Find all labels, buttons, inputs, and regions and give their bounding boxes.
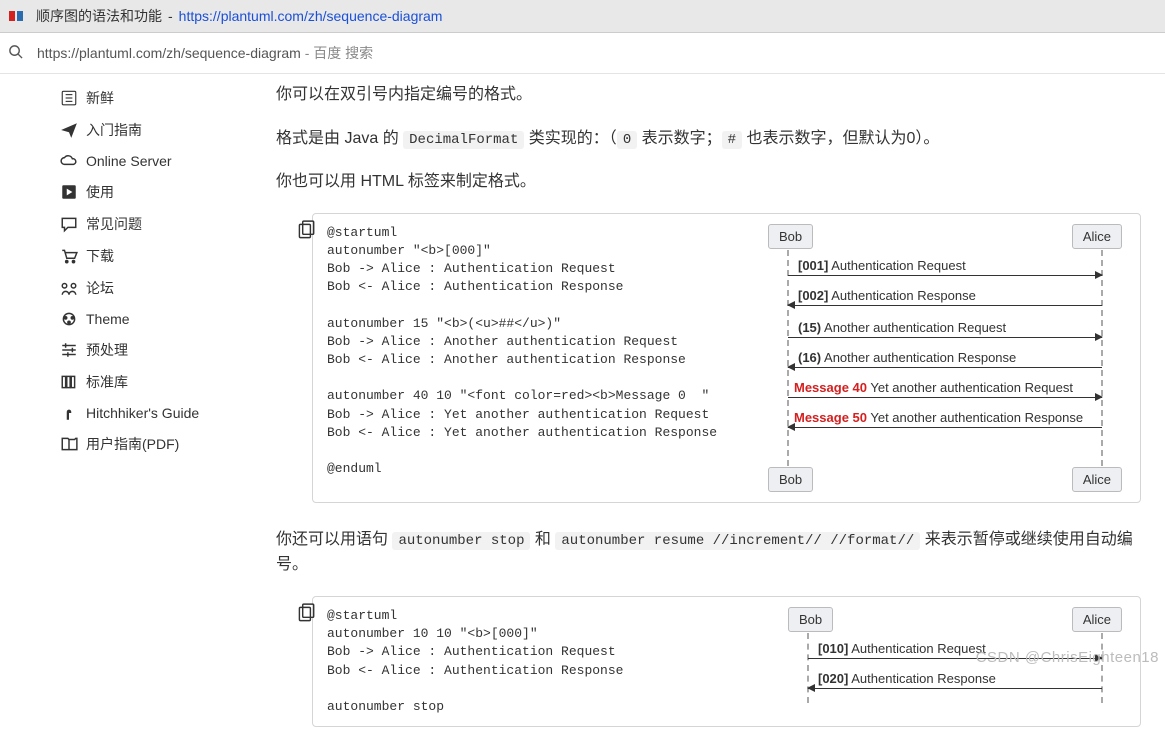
plane-icon: [60, 121, 78, 139]
inline-code: 0: [617, 131, 637, 149]
sidebar-item-label: 常见问题: [86, 214, 142, 234]
diagram-message: [002] Authentication Response: [798, 288, 976, 303]
preprocess-icon: [60, 341, 78, 359]
inline-code: DecimalFormat: [403, 131, 524, 149]
sidebar-item-label: 预处理: [86, 340, 128, 360]
sidebar-item-label: Hitchhiker's Guide: [86, 405, 199, 421]
copy-icon[interactable]: [295, 603, 317, 625]
main-content: 你可以在双引号内指定编号的格式。 格式是由 Java 的 DecimalForm…: [266, 74, 1165, 751]
actor-alice-top: Alice: [1072, 607, 1122, 632]
arrow: [808, 658, 1102, 659]
lifeline: [1101, 633, 1103, 703]
sidebar-item-download[interactable]: 下载: [56, 240, 266, 272]
library-icon: [60, 373, 78, 391]
doc-icon: [60, 89, 78, 107]
diagram-message: Message 50 Yet another authentication Re…: [794, 410, 1083, 425]
separator: -: [168, 8, 173, 24]
sidebar-item-online[interactable]: Online Server: [56, 146, 266, 176]
actor-alice-bottom: Alice: [1072, 467, 1122, 492]
sidebar-item-forum[interactable]: 论坛: [56, 272, 266, 304]
sidebar-item-label: Online Server: [86, 153, 172, 169]
arrow: [788, 305, 1102, 306]
favicon-icon: [8, 8, 24, 24]
sidebar-item-pdf[interactable]: 用户指南(PDF): [56, 428, 266, 460]
arrow: [788, 275, 1102, 276]
topbar: 顺序图的语法和功能 - https://plantuml.com/zh/sequ…: [0, 0, 1165, 33]
sidebar-item-stdlib[interactable]: 标准库: [56, 366, 266, 398]
diagram-message: [020] Authentication Response: [818, 671, 996, 686]
sidebar-item-preprocess[interactable]: 预处理: [56, 334, 266, 366]
lifeline: [1101, 250, 1103, 466]
sidebar-item-label: Theme: [86, 311, 130, 327]
paragraph: 格式是由 Java 的 DecimalFormat 类实现的：（0 表示数字；#…: [276, 126, 1141, 152]
cart-icon: [60, 247, 78, 265]
page-url: https://plantuml.com/zh/sequence-diagram: [179, 8, 443, 24]
arrow: [788, 427, 1102, 428]
code-example-1: @startuml autonumber "<b>[000]" Bob -> A…: [312, 213, 1141, 503]
lifeline: [787, 250, 789, 466]
search-suggestion[interactable]: https://plantuml.com/zh/sequence-diagram…: [0, 33, 1165, 74]
sidebar-item-label: 论坛: [86, 278, 114, 298]
sidebar-item-hitchhiker[interactable]: Hitchhiker's Guide: [56, 398, 266, 428]
arrow: [788, 367, 1102, 368]
paragraph: 你还可以用语句 autonumber stop 和 autonumber res…: [276, 527, 1141, 578]
sidebar-item-label: 新鲜: [86, 88, 114, 108]
inline-code: #: [722, 131, 742, 149]
actor-bob-top: Bob: [788, 607, 833, 632]
page-title: 顺序图的语法和功能: [36, 6, 162, 26]
search-icon: [8, 44, 23, 62]
copy-icon[interactable]: [295, 220, 317, 242]
search-text: https://plantuml.com/zh/sequence-diagram…: [37, 43, 373, 63]
chat-icon: [60, 215, 78, 233]
arrow: [788, 397, 1102, 398]
inline-code: autonumber resume //increment// //format…: [555, 532, 920, 550]
theme-icon: [60, 310, 78, 328]
actor-alice-top: Alice: [1072, 224, 1122, 249]
sidebar-item-label: 使用: [86, 182, 114, 202]
lifeline: [807, 633, 809, 703]
arrow: [808, 688, 1102, 689]
sequence-diagram-2: Bob Alice [010] Authentication Request […: [760, 607, 1130, 703]
actor-bob-top: Bob: [768, 224, 813, 249]
sidebar-item-label: 标准库: [86, 372, 128, 392]
diagram-message: [001] Authentication Request: [798, 258, 966, 273]
sidebar-item-theme[interactable]: Theme: [56, 304, 266, 334]
sidebar-item-label: 用户指南(PDF): [86, 434, 179, 454]
sidebar: 新鲜 入门指南 Online Server 使用 常见问题 下载 论坛 Them…: [0, 74, 266, 751]
sidebar-item-guide[interactable]: 入门指南: [56, 114, 266, 146]
diagram-message: [010] Authentication Request: [818, 641, 986, 656]
sidebar-item-label: 入门指南: [86, 120, 142, 140]
diagram-message: Message 40 Yet another authentication Re…: [794, 380, 1073, 395]
sidebar-item-fresh[interactable]: 新鲜: [56, 82, 266, 114]
hitchhiker-icon: [60, 404, 78, 422]
sidebar-item-use[interactable]: 使用: [56, 176, 266, 208]
forum-icon: [60, 279, 78, 297]
sequence-diagram-1: Bob Alice Bob Alice [001] Authentication…: [760, 224, 1130, 492]
sidebar-item-faq[interactable]: 常见问题: [56, 208, 266, 240]
paragraph: 你也可以用 HTML 标签来制定格式。: [276, 169, 1141, 195]
arrow: [788, 337, 1102, 338]
code-block[interactable]: @startuml autonumber 10 10 "<b>[000]" Bo…: [327, 607, 752, 716]
topbar-text[interactable]: 顺序图的语法和功能 - https://plantuml.com/zh/sequ…: [36, 6, 442, 26]
sidebar-item-label: 下载: [86, 246, 114, 266]
paragraph: 你可以在双引号内指定编号的格式。: [276, 82, 1141, 108]
diagram-message: (16) Another authentication Response: [798, 350, 1016, 365]
code-block[interactable]: @startuml autonumber "<b>[000]" Bob -> A…: [327, 224, 752, 479]
cloud-icon: [60, 152, 78, 170]
pdf-icon: [60, 435, 78, 453]
inline-code: autonumber stop: [392, 532, 530, 550]
diagram-message: (15) Another authentication Request: [798, 320, 1006, 335]
actor-bob-bottom: Bob: [768, 467, 813, 492]
play-icon: [60, 183, 78, 201]
code-example-2: @startuml autonumber 10 10 "<b>[000]" Bo…: [312, 596, 1141, 727]
